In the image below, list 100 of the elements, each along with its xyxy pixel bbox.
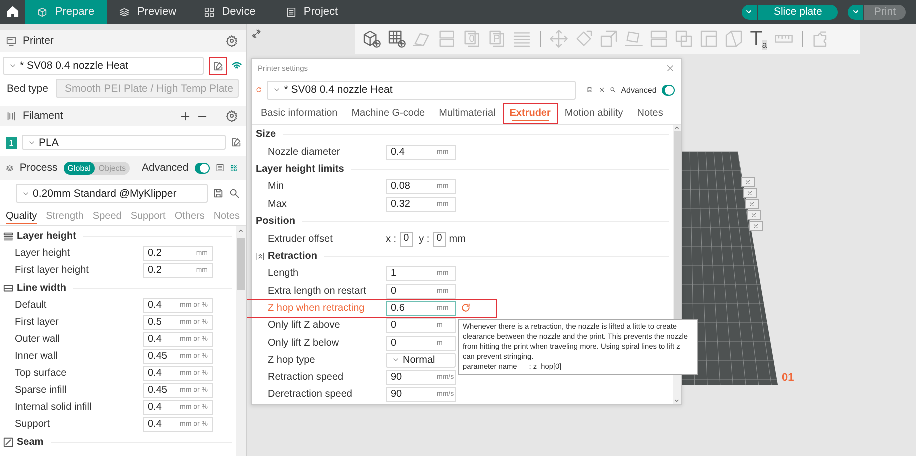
offset-x-field[interactable]: 0 bbox=[400, 232, 414, 247]
setting-label: Only lift Z above bbox=[268, 320, 342, 332]
layout-icon bbox=[437, 29, 457, 49]
grid-icon bbox=[204, 6, 216, 18]
nav-tab[interactable]: Preview bbox=[107, 0, 189, 24]
axis-label: y : bbox=[419, 234, 430, 245]
plate-tool-button[interactable] bbox=[741, 177, 755, 187]
page-icon bbox=[487, 29, 507, 49]
layers-icon bbox=[119, 6, 130, 18]
tool-button[interactable] bbox=[361, 28, 383, 50]
nav-tab[interactable]: Project bbox=[271, 0, 353, 24]
scope-switch[interactable]: Global Objects bbox=[64, 162, 130, 174]
section-icon bbox=[3, 230, 14, 242]
reset-icon[interactable] bbox=[461, 303, 471, 314]
group-title: Position bbox=[256, 216, 296, 228]
setting-label: Z hop type bbox=[268, 354, 316, 366]
settings-tab[interactable]: Multimaterial bbox=[432, 103, 503, 124]
move-icon bbox=[549, 29, 569, 49]
close-icon[interactable] bbox=[666, 64, 675, 72]
lay-flat-icon bbox=[624, 29, 644, 49]
settings-tab[interactable]: Motion ability bbox=[558, 103, 630, 124]
scrollbar[interactable] bbox=[236, 226, 246, 456]
plate-tool-button[interactable] bbox=[747, 210, 761, 220]
objects-icon[interactable] bbox=[230, 162, 238, 174]
add-cube-icon bbox=[362, 29, 382, 49]
scroll-up-icon bbox=[238, 228, 244, 234]
edit-icon[interactable] bbox=[231, 137, 242, 148]
reset-icon[interactable] bbox=[256, 85, 262, 95]
save-icon[interactable] bbox=[587, 85, 594, 95]
scroll-thumb[interactable] bbox=[237, 238, 245, 290]
settings-tab[interactable]: Notes bbox=[630, 103, 670, 124]
plate-number: 01 bbox=[782, 372, 794, 384]
setting-label: Only lift Z below bbox=[268, 338, 340, 349]
dropdown-toggle[interactable] bbox=[742, 4, 757, 20]
plate-tool-button[interactable] bbox=[743, 188, 757, 198]
collapse-icon[interactable] bbox=[252, 29, 262, 39]
cut-icon bbox=[724, 29, 744, 49]
scroll-down-icon bbox=[674, 398, 680, 404]
plate-tool-button[interactable] bbox=[745, 199, 759, 209]
section-title: Printer bbox=[23, 35, 54, 47]
page-icon bbox=[462, 29, 482, 49]
section-title: Filament bbox=[23, 110, 64, 122]
plate-tool-button[interactable] bbox=[749, 221, 763, 231]
advanced-toggle[interactable] bbox=[194, 162, 210, 174]
advanced-label: Advanced bbox=[142, 162, 189, 174]
setting-label: First layer height bbox=[15, 265, 90, 276]
group-title: Size bbox=[256, 129, 276, 140]
field-label: Bed type bbox=[6, 82, 50, 94]
nav-tab-label: Device bbox=[222, 6, 256, 18]
setting-label: Min bbox=[268, 181, 286, 192]
setting-label: Outer wall bbox=[15, 334, 62, 345]
printer-preset-select[interactable]: * SV08 0.4 nozzle Heat bbox=[267, 80, 576, 100]
save-icon[interactable] bbox=[213, 188, 224, 199]
search-icon[interactable] bbox=[610, 85, 616, 95]
paint-icon bbox=[699, 29, 719, 49]
process-select[interactable]: 0.20mm Standard @MyKlipper bbox=[16, 184, 208, 203]
setting-label: First layer bbox=[15, 317, 60, 328]
collapse-icon bbox=[256, 252, 265, 261]
document-icon bbox=[286, 6, 297, 18]
wifi-icon bbox=[232, 61, 242, 71]
axis-label: x : bbox=[386, 234, 397, 245]
boolean-icon bbox=[674, 29, 694, 49]
settings-tab[interactable]: Machine G-code bbox=[344, 103, 432, 124]
settings-tab[interactable]: Basic information bbox=[254, 103, 345, 124]
tool-button[interactable] bbox=[386, 28, 408, 50]
nav-tab-label: Project bbox=[304, 6, 338, 18]
action-button[interactable]: Slice plate bbox=[758, 4, 838, 20]
close-icon[interactable] bbox=[598, 85, 605, 95]
setting-label: Internal solid infill bbox=[15, 402, 93, 413]
caret-icon bbox=[745, 8, 754, 16]
spool-icon bbox=[6, 110, 17, 122]
settings-tab[interactable]: Quality bbox=[6, 207, 38, 225]
z-hop-type-select[interactable]: Normal bbox=[386, 352, 456, 368]
search-icon[interactable] bbox=[229, 188, 240, 199]
plus-icon[interactable] bbox=[180, 110, 191, 122]
group-title: Seam bbox=[17, 436, 44, 448]
edit-button[interactable] bbox=[209, 57, 227, 75]
advanced-label: Advanced bbox=[621, 86, 657, 94]
section-title: Process bbox=[20, 162, 58, 174]
filament-select[interactable]: PLA bbox=[22, 135, 226, 150]
group-title: Layer height bbox=[17, 230, 76, 242]
offset-y-field[interactable]: 0 bbox=[432, 232, 446, 247]
layers-icon bbox=[6, 162, 14, 174]
setting-label: Top surface bbox=[15, 368, 68, 379]
section-icon bbox=[3, 436, 14, 448]
scale-icon bbox=[599, 29, 619, 49]
setting-label: Inner wall bbox=[15, 351, 59, 362]
advanced-toggle[interactable] bbox=[662, 84, 675, 96]
nav-tab[interactable]: Device bbox=[189, 0, 271, 24]
scope-option[interactable]: Global bbox=[64, 162, 95, 174]
list-icon[interactable] bbox=[216, 162, 224, 174]
edit-icon bbox=[212, 60, 224, 72]
setting-label: Length bbox=[268, 268, 300, 280]
nav-tab-label: Prepare bbox=[55, 6, 95, 18]
group-title: Line width bbox=[17, 282, 66, 294]
dropdown-toggle[interactable] bbox=[848, 4, 864, 20]
group-title: Layer height limits bbox=[256, 164, 344, 176]
printer-select[interactable]: * SV08 0.4 nozzle Heat bbox=[3, 57, 204, 75]
setting-label: Extra length on restart bbox=[268, 286, 368, 297]
home-icon bbox=[6, 5, 20, 19]
